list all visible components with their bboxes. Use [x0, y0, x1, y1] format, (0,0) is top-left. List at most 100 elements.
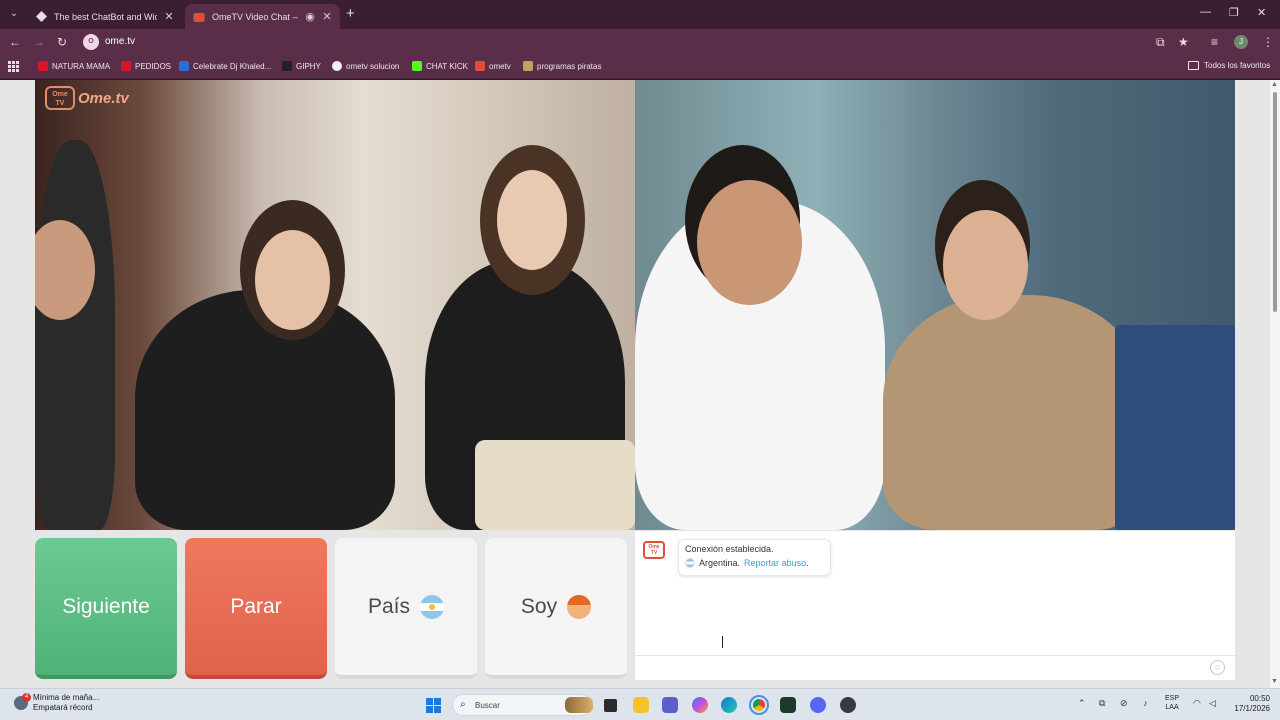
- stop-button[interactable]: Parar: [185, 538, 327, 679]
- lang-line2: LAA: [1165, 704, 1179, 711]
- url-text[interactable]: ome.tv: [105, 36, 135, 47]
- copilot-icon[interactable]: [692, 697, 708, 713]
- person-pants: [475, 440, 635, 530]
- local-video: [35, 80, 635, 530]
- bookmark-favicon-icon: [38, 61, 48, 71]
- minimize-icon[interactable]: —: [1200, 6, 1211, 18]
- next-button-label: Siguiente: [62, 594, 150, 618]
- site-info-icon[interactable]: O: [83, 34, 99, 50]
- install-app-icon[interactable]: ⧉: [1156, 35, 1165, 49]
- tab-strip: ⌄ The best ChatBot and Widgets ✕ OmeTV V…: [0, 0, 1280, 29]
- bookmark-label: NATURA MAMA: [52, 61, 111, 71]
- chrome-icon[interactable]: [749, 695, 769, 715]
- file-explorer-icon[interactable]: [633, 697, 649, 713]
- show-hidden-icons-icon[interactable]: ⌃: [1078, 698, 1086, 709]
- person-shirt: [883, 295, 1148, 530]
- profile-avatar[interactable]: J: [1234, 35, 1248, 49]
- argentina-flag-icon: [420, 594, 445, 619]
- ometv-tv-icon: Ome TV: [45, 86, 75, 110]
- windows-start-icon[interactable]: [426, 698, 441, 713]
- scroll-thumb[interactable]: [1273, 92, 1277, 312]
- emoji-smiley-icon[interactable]: ☺: [1210, 660, 1225, 675]
- country-name: Argentina.: [699, 558, 741, 568]
- bookmark-favicon-icon: [523, 61, 533, 71]
- bookmark-giphy[interactable]: GIPHY: [282, 61, 321, 71]
- all-bookmarks-folder[interactable]: Todos los favoritos: [1188, 61, 1270, 70]
- wifi-icon[interactable]: ◠: [1193, 698, 1201, 709]
- app-icon[interactable]: [840, 697, 856, 713]
- bookmark-celebrate-dj-khaled[interactable]: Celebrate Dj Khaled...: [179, 61, 271, 71]
- edge-icon[interactable]: [721, 697, 737, 713]
- search-placeholder: Buscar: [475, 701, 500, 710]
- page-scrollbar[interactable]: ▲ ▼: [1270, 80, 1280, 688]
- ometv-logo: Ome TV Ome.tv: [45, 86, 129, 110]
- teams-icon[interactable]: [662, 697, 678, 713]
- weather-icon: 4: [14, 693, 31, 710]
- tab-title: OmeTV Video Chat — Ome: [212, 11, 298, 22]
- bookmark-favicon-icon: [412, 61, 422, 71]
- person-face: [697, 180, 802, 305]
- country-button-label: País: [367, 594, 411, 618]
- next-button[interactable]: Siguiente: [35, 538, 177, 679]
- bookmark-favicon-icon: [179, 61, 189, 71]
- kebab-menu-icon[interactable]: ⋮: [1262, 35, 1274, 49]
- bookmark-natura-mama[interactable]: NATURA MAMA: [38, 61, 110, 71]
- address-bar[interactable]: O ome.tv: [80, 32, 1080, 52]
- apps-grid-icon[interactable]: [8, 61, 19, 72]
- language-indicator[interactable]: ESP LAA: [1165, 694, 1179, 712]
- tab-search-chevron-icon[interactable]: ⌄: [6, 6, 22, 22]
- restore-icon[interactable]: ❐: [1229, 6, 1239, 19]
- system-clock[interactable]: 00:50 17/1/2026: [1226, 694, 1270, 714]
- weather-badge: 4: [22, 693, 31, 702]
- close-icon[interactable]: ✕: [164, 10, 174, 23]
- window-close-icon[interactable]: ✕: [1257, 6, 1266, 19]
- folder-icon: [1188, 61, 1199, 70]
- reload-icon[interactable]: ↻: [57, 34, 67, 50]
- chat-message-input[interactable]: ☺: [635, 655, 1235, 680]
- forward-arrow-icon[interactable]: →: [33, 34, 45, 50]
- bookmark-pedidos[interactable]: PEDIDOS: [121, 61, 171, 71]
- bookmark-label: ometv solucion: [346, 61, 400, 71]
- ometv-chat-logo-icon: Ome TV: [643, 541, 665, 559]
- person-silhouette: [35, 140, 115, 530]
- bookmark-programas-piratas[interactable]: programas piratas: [523, 61, 601, 71]
- media-controls-icon[interactable]: ≡: [1211, 35, 1218, 49]
- bookmark-star-icon[interactable]: ★: [1178, 35, 1189, 49]
- bookmark-ometv-solucion[interactable]: ometv solucion: [332, 61, 399, 71]
- connection-status: Conexión establecida.: [685, 544, 774, 554]
- task-view-icon[interactable]: [604, 699, 617, 712]
- app-icon[interactable]: [780, 697, 796, 713]
- bookmark-label: ometv: [489, 61, 511, 71]
- tab-chatbot[interactable]: The best ChatBot and Widgets ✕: [27, 4, 182, 29]
- wifi-off-icon[interactable]: ⊘: [1120, 698, 1128, 709]
- gender-button[interactable]: Soy: [485, 538, 627, 679]
- bookmark-favicon-icon: [282, 61, 292, 71]
- weather-widget[interactable]: 4 Mínima de maña... Empatará récord: [14, 693, 99, 713]
- volume-icon[interactable]: ◁: [1209, 698, 1216, 709]
- report-suffix: .: [806, 558, 809, 568]
- clock-time: 00:50: [1249, 694, 1270, 703]
- search-icon: ⌕: [460, 699, 466, 710]
- favorites-label: Todos los favoritos: [1204, 61, 1271, 70]
- weather-line2: Empatará récord: [33, 703, 93, 712]
- ometv-wordmark: Ome.tv: [78, 89, 129, 107]
- network-icon[interactable]: ⧉: [1099, 698, 1105, 709]
- bookmark-chat-kick[interactable]: CHAT KICK: [412, 61, 468, 71]
- bookmark-ometv[interactable]: ometv: [475, 61, 511, 71]
- country-button[interactable]: País: [335, 538, 477, 679]
- bookmarks-bar: NATURA MAMA PEDIDOS Celebrate Dj Khaled.…: [0, 55, 1280, 79]
- report-abuse-link[interactable]: Reportar abuso: [744, 558, 806, 568]
- scroll-up-icon[interactable]: ▲: [1271, 81, 1278, 88]
- scroll-down-icon[interactable]: ▼: [1271, 678, 1278, 685]
- tab-ometv[interactable]: OmeTV Video Chat — Ome ◉ ✕: [185, 4, 340, 29]
- bookmark-label: PEDIDOS: [135, 61, 172, 71]
- browser-toolbar: ← → ↻ O ome.tv ⧉ ★ ≡ J ⋮: [0, 29, 1280, 55]
- close-icon[interactable]: ✕: [322, 10, 332, 23]
- bookmark-label: Celebrate Dj Khaled...: [193, 61, 272, 71]
- back-arrow-icon[interactable]: ←: [9, 34, 21, 50]
- person-face: [255, 230, 330, 330]
- discord-icon[interactable]: [810, 697, 826, 713]
- microphone-icon[interactable]: ♪: [1143, 698, 1148, 708]
- new-tab-button[interactable]: +: [346, 6, 355, 22]
- remote-video: [635, 80, 1235, 530]
